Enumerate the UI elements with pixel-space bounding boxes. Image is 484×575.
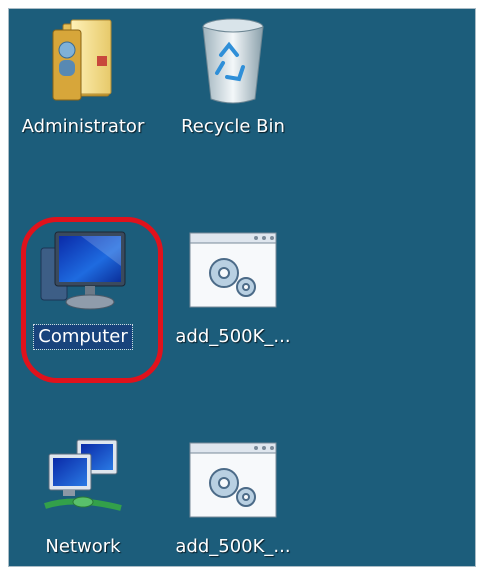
icon-label-selected: Computer — [33, 324, 133, 350]
icon-label: Recycle Bin — [181, 116, 285, 137]
recycle-bin-icon — [183, 13, 283, 109]
desktop: Administrator Recycle Bin Computer add_5… — [8, 8, 476, 567]
desktop-icon-recycle-bin[interactable]: Recycle Bin — [163, 13, 303, 139]
desktop-icon-add-500k-1[interactable]: add_500K_... — [163, 223, 303, 349]
computer-icon — [33, 223, 133, 319]
user-folder-icon — [33, 13, 133, 109]
icon-label: Network — [45, 536, 121, 557]
settings-file-icon — [183, 433, 283, 529]
network-icon — [33, 433, 133, 529]
settings-file-icon — [183, 223, 283, 319]
desktop-icon-network[interactable]: Network — [13, 433, 153, 559]
icon-label: add_500K_... — [175, 326, 291, 347]
desktop-icon-add-500k-2[interactable]: add_500K_... — [163, 433, 303, 559]
desktop-icon-computer[interactable]: Computer — [13, 223, 153, 350]
icon-label: Administrator — [21, 116, 145, 137]
desktop-icon-administrator[interactable]: Administrator — [13, 13, 153, 139]
icon-label: add_500K_... — [175, 536, 291, 557]
